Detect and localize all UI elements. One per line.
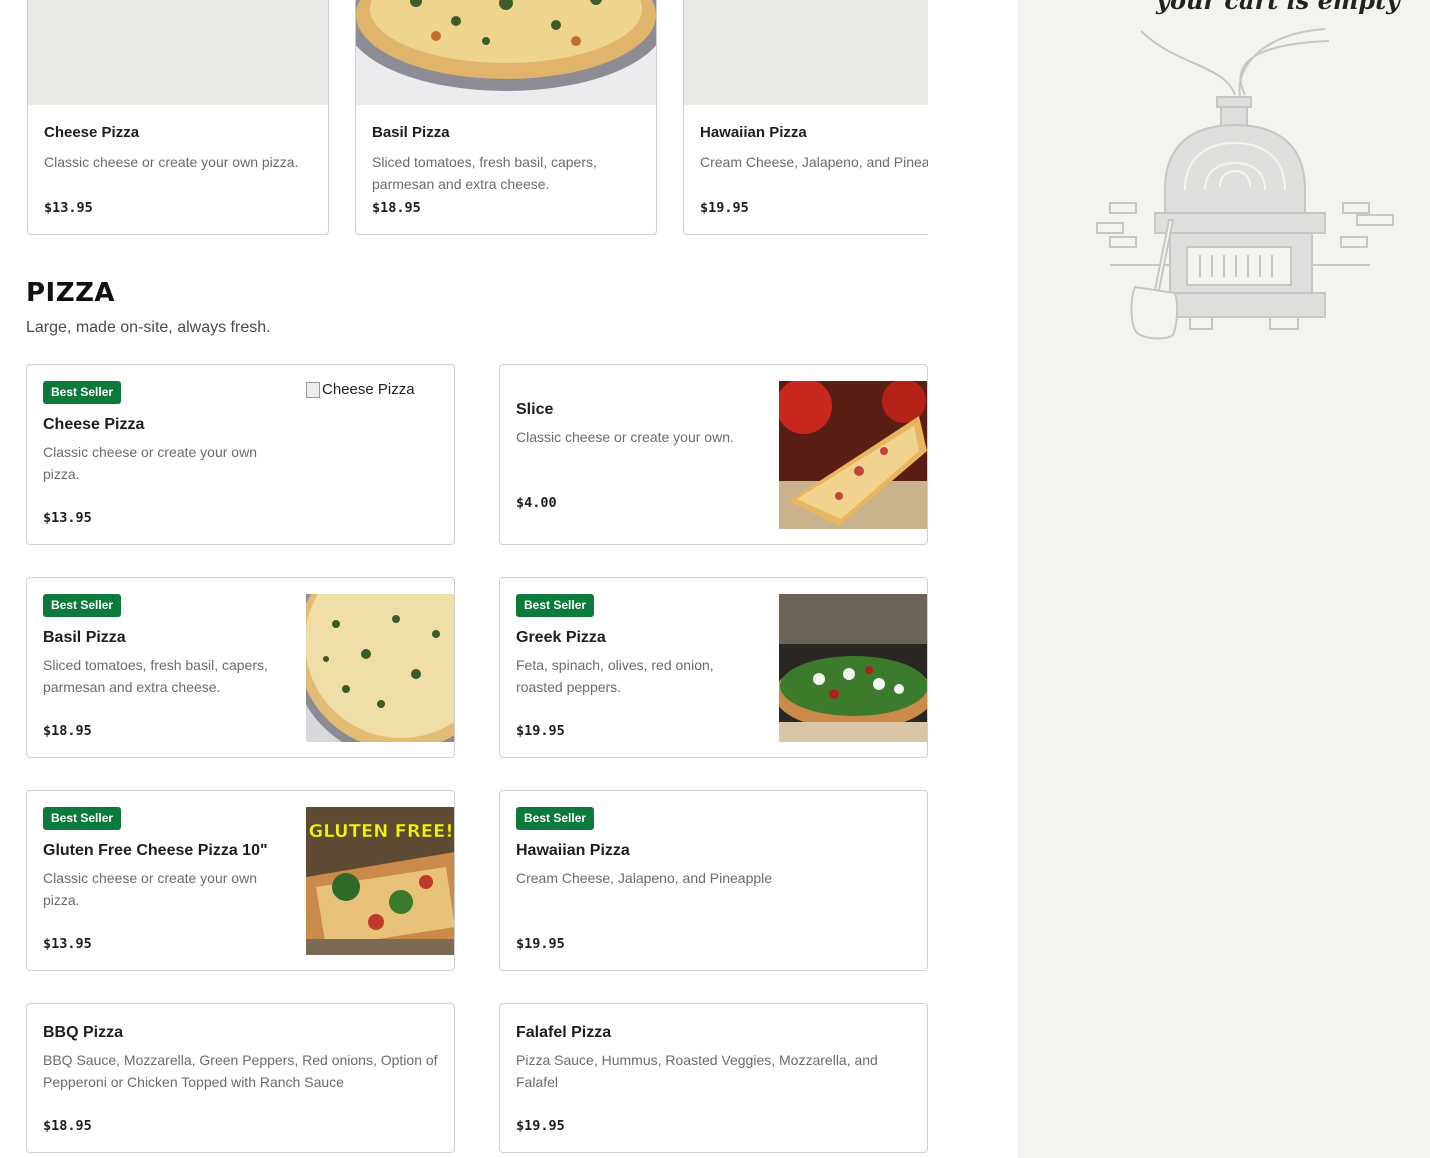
broken-image-icon xyxy=(306,381,320,398)
slice-image xyxy=(779,381,927,529)
item-price: $19.95 xyxy=(516,936,565,952)
item-description: Feta, spinach, olives, red onion, roaste… xyxy=(516,657,714,695)
item-name: Falafel Pizza xyxy=(516,1024,612,1041)
item-name: Gluten Free Cheese Pizza 10" xyxy=(43,842,268,859)
item-name: Hawaiian Pizza xyxy=(516,842,630,859)
menu-item-hawaiian-pizza[interactable]: Best Seller Hawaiian Pizza Cream Cheese,… xyxy=(499,790,928,971)
featured-item-description: Cream Cheese, Jalapeno, and Pineapple xyxy=(700,154,928,170)
featured-item-name: Cheese Pizza xyxy=(44,124,140,141)
featured-card-cheese-pizza[interactable]: Cheese Pizza Classic cheese or create yo… xyxy=(27,0,329,235)
best-seller-badge: Best Seller xyxy=(516,594,595,617)
featured-image-placeholder xyxy=(684,0,928,105)
featured-item-price: $18.95 xyxy=(372,200,421,216)
menu-item-basil-pizza[interactable]: Best Seller Basil Pizza Sliced tomatoes,… xyxy=(26,577,455,758)
greek-pizza-image xyxy=(779,594,927,742)
menu-item-gluten-free-cheese-pizza[interactable]: Best Seller Gluten Free Cheese Pizza 10"… xyxy=(26,790,455,971)
menu-item-greek-pizza[interactable]: Best Seller Greek Pizza Feta, spinach, o… xyxy=(499,577,928,758)
item-price: $13.95 xyxy=(43,936,92,952)
featured-item-description: Sliced tomatoes, fresh basil, capers, pa… xyxy=(372,154,597,192)
pizza-oven-icon xyxy=(1096,28,1394,340)
featured-carousel: Cheese Pizza Classic cheese or create yo… xyxy=(27,0,928,235)
item-name: Greek Pizza xyxy=(516,629,606,646)
item-price: $18.95 xyxy=(43,1118,92,1134)
best-seller-badge: Best Seller xyxy=(516,807,595,830)
featured-item-name: Basil Pizza xyxy=(372,124,450,141)
item-description: Classic cheese or create your own pizza. xyxy=(43,870,257,908)
item-price: $19.95 xyxy=(516,723,565,739)
menu-item-slice[interactable]: Slice Classic cheese or create your own.… xyxy=(499,364,928,545)
featured-item-price: $19.95 xyxy=(700,200,749,216)
menu-item-falafel-pizza[interactable]: Falafel Pizza Pizza Sauce, Hummus, Roast… xyxy=(499,1003,928,1153)
item-price: $18.95 xyxy=(43,723,92,739)
section-title: PIZZA xyxy=(26,278,116,308)
featured-item-price: $13.95 xyxy=(44,200,93,216)
featured-item-description: Classic cheese or create your own pizza. xyxy=(44,154,299,170)
item-price: $13.95 xyxy=(43,510,92,526)
item-name: Slice xyxy=(516,401,554,418)
featured-image-basil-pizza xyxy=(356,0,656,105)
item-description: Pizza Sauce, Hummus, Roasted Veggies, Mo… xyxy=(516,1052,878,1090)
item-price: $19.95 xyxy=(516,1118,565,1134)
featured-card-hawaiian-pizza[interactable]: Hawaiian Pizza Cream Cheese, Jalapeno, a… xyxy=(683,0,928,235)
best-seller-badge: Best Seller xyxy=(43,807,122,830)
gluten-free-image: GLUTEN FREE! xyxy=(306,807,454,955)
best-seller-badge: Best Seller xyxy=(43,594,122,617)
section-subtitle: Large, made on-site, always fresh. xyxy=(26,319,271,336)
item-name: Basil Pizza xyxy=(43,629,126,646)
item-description: Sliced tomatoes, fresh basil, capers, pa… xyxy=(43,657,268,695)
image-alt-text: Cheese Pizza xyxy=(322,381,415,398)
item-description: Classic cheese or create your own. xyxy=(516,429,734,445)
item-name: BBQ Pizza xyxy=(43,1024,124,1041)
item-description: BBQ Sauce, Mozzarella, Green Peppers, Re… xyxy=(43,1052,438,1090)
featured-card-basil-pizza[interactable]: Basil Pizza Sliced tomatoes, fresh basil… xyxy=(355,0,657,235)
item-description: Classic cheese or create your own pizza. xyxy=(43,444,257,482)
featured-item-name: Hawaiian Pizza xyxy=(700,124,807,141)
item-price: $4.00 xyxy=(516,495,557,511)
gluten-free-text: GLUTEN FREE! xyxy=(308,821,453,842)
cart-empty-text: your cart is empty xyxy=(1156,0,1401,15)
menu-item-bbq-pizza[interactable]: BBQ Pizza BBQ Sauce, Mozzarella, Green P… xyxy=(26,1003,455,1153)
menu-main: Cheese Pizza Classic cheese or create yo… xyxy=(0,0,1018,1158)
featured-image-placeholder xyxy=(28,0,328,105)
menu-item-cheese-pizza[interactable]: Best Seller Cheese Pizza Classic cheese … xyxy=(26,364,455,545)
basil-pizza-image xyxy=(306,594,454,742)
best-seller-badge: Best Seller xyxy=(43,381,122,404)
item-description: Cream Cheese, Jalapeno, and Pineapple xyxy=(516,870,773,886)
broken-image: Cheese Pizza xyxy=(306,381,415,398)
item-name: Cheese Pizza xyxy=(43,416,145,433)
